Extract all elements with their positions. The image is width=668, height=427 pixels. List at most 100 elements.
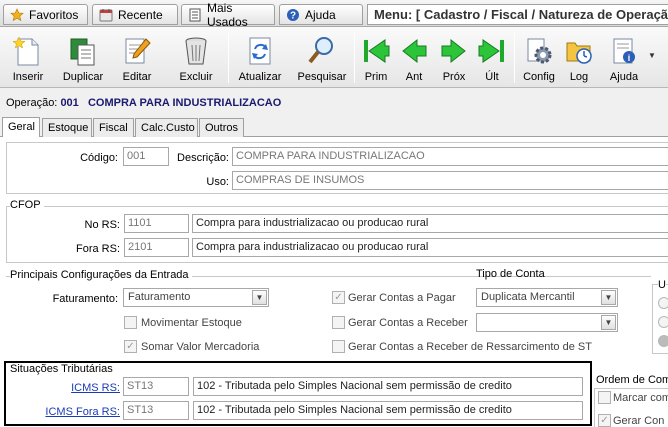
tab-ajuda-label: Ajuda — [305, 7, 336, 22]
codigo-field[interactable]: 001 — [123, 147, 169, 166]
chevron-down-icon: ▼ — [601, 290, 616, 305]
help-document-icon: i — [608, 35, 640, 67]
prox-label: Próx — [442, 71, 466, 83]
tab-geral[interactable]: Geral — [2, 117, 40, 137]
icms-rs-code-field[interactable]: ST13 — [123, 377, 189, 396]
gerar-pagar-checkbox[interactable]: ✓ — [332, 291, 345, 304]
pesquisar-button[interactable]: Pesquisar — [295, 30, 349, 86]
config-button[interactable]: Config — [520, 30, 558, 86]
top-tab-strip: Favoritos Recente Mais Usados ? Ajuda Me… — [0, 0, 668, 29]
prim-button[interactable]: Prim — [359, 30, 393, 86]
clock-icon — [99, 8, 113, 22]
inserir-button[interactable]: Inserir — [5, 30, 51, 86]
excluir-button[interactable]: Excluir — [173, 30, 219, 86]
uso-field[interactable]: COMPRAS DE INSUMOS — [232, 171, 668, 190]
trash-icon — [180, 35, 212, 67]
tipo-conta-select[interactable]: Duplicata Mercantil ▼ — [476, 288, 618, 307]
inserir-label: Inserir — [12, 71, 44, 83]
gear-icon — [523, 35, 555, 67]
gerar-receber-checkbox[interactable] — [332, 316, 345, 329]
prim-label: Prim — [364, 71, 388, 83]
previous-record-icon — [398, 35, 430, 67]
icms-fora-rs-code-field[interactable]: ST13 — [123, 401, 189, 420]
operation-header: Operação: 001 COMPRA PARA INDUSTRIALIZAC… — [6, 97, 281, 109]
refresh-icon — [244, 35, 276, 67]
ant-label: Ant — [405, 71, 423, 83]
ult-button[interactable]: Últ — [476, 30, 508, 86]
right-radio-group-title: U — [658, 279, 666, 291]
tipo-conta-value: Duplicata Mercantil — [481, 291, 575, 303]
tab-outros[interactable]: Outros — [199, 118, 244, 137]
somar-valor-checkbox[interactable]: ✓ — [124, 340, 137, 353]
icms-fora-rs-desc-field: 102 - Tributada pelo Simples Nacional se… — [193, 401, 583, 420]
codigo-label: Código: — [80, 152, 118, 164]
duplicar-label: Duplicar — [62, 71, 104, 83]
edit-icon — [121, 35, 153, 67]
fora-rs-label: Fora RS: — [75, 243, 120, 255]
log-label: Log — [569, 71, 589, 83]
somar-valor-label: Somar Valor Mercadoria — [141, 341, 260, 353]
ant-button[interactable]: Ant — [397, 30, 431, 86]
icms-rs-desc-field: 102 - Tributada pelo Simples Nacional se… — [193, 377, 583, 396]
tab-calc-custo[interactable]: Calc.Custo — [135, 118, 198, 137]
gerar-checkbox[interactable]: ✓ — [598, 414, 611, 427]
descricao-label: Descrição: — [177, 152, 229, 164]
radio-option-2[interactable] — [658, 316, 668, 328]
first-record-icon — [360, 35, 392, 67]
tab-recente[interactable]: Recente — [92, 4, 178, 25]
fora-rs-code-field[interactable]: 2101 — [124, 238, 189, 257]
editar-button[interactable]: Editar — [115, 30, 159, 86]
duplicar-button[interactable]: Duplicar — [59, 30, 107, 86]
toolbar-separator — [514, 33, 515, 83]
tab-estoque[interactable]: Estoque — [42, 118, 92, 137]
menu-title: Menu: [ Cadastro / Fiscal / Natureza de … — [367, 4, 668, 25]
radio-option-1[interactable] — [658, 297, 668, 309]
config-title: Principais Configurações da Entrada — [10, 269, 192, 281]
ajuda-button[interactable]: i Ajuda — [602, 30, 646, 86]
tab-fiscal[interactable]: Fiscal — [93, 118, 134, 137]
toolbar-separator — [228, 33, 229, 83]
config-label: Config — [523, 71, 555, 83]
descricao-field[interactable]: COMPRA PARA INDUSTRIALIZACAO — [232, 147, 668, 166]
help-icon: ? — [286, 8, 300, 22]
gerar-pagar-label: Gerar Contas a Pagar — [348, 292, 456, 304]
next-record-icon — [438, 35, 470, 67]
gerar-receber-label: Gerar Contas a Receber — [348, 317, 468, 329]
last-record-icon — [476, 35, 508, 67]
log-icon — [563, 35, 595, 67]
chevron-down-icon: ▼ — [252, 290, 267, 305]
toolbar: Inserir Duplicar Editar Excluir Atualiza… — [0, 27, 668, 88]
cfop-title: CFOP — [10, 199, 44, 211]
atualizar-button[interactable]: Atualizar — [236, 30, 284, 86]
excluir-label: Excluir — [179, 71, 213, 83]
tab-favoritos[interactable]: Favoritos — [3, 4, 88, 25]
duplicate-icon — [67, 35, 99, 67]
faturamento-select[interactable]: Faturamento ▼ — [123, 288, 269, 307]
svg-text:?: ? — [290, 10, 296, 21]
chevron-down-icon: ▼ — [601, 315, 616, 330]
no-rs-code-field[interactable]: 1101 — [124, 214, 189, 233]
icms-fora-rs-link[interactable]: ICMS Fora RS: — [30, 406, 120, 418]
log-button[interactable]: Log — [562, 30, 596, 86]
gerar-label: Gerar Con — [613, 415, 665, 427]
new-document-icon — [12, 35, 44, 67]
radio-option-3[interactable] — [658, 335, 668, 347]
faturamento-value: Faturamento — [128, 291, 191, 303]
gerar-receber-st-label: Gerar Contas a Receber de Ressarcimento … — [348, 341, 592, 353]
movimentar-estoque-label: Movimentar Estoque — [141, 317, 242, 329]
prox-button[interactable]: Próx — [435, 30, 473, 86]
tab-mais-usados[interactable]: Mais Usados — [181, 1, 275, 29]
situacoes-title: Situações Tributárias — [10, 363, 116, 375]
faturamento-label: Faturamento: — [52, 293, 118, 305]
fora-rs-desc-field: Compra para industrializacao ou producao… — [192, 238, 668, 257]
no-rs-label: No RS: — [84, 219, 120, 231]
tipo-conta-2-select[interactable]: ▼ — [476, 313, 618, 332]
ordem-compra-label: Ordem de Com — [596, 374, 668, 386]
tab-ajuda[interactable]: ? Ajuda — [279, 4, 363, 25]
marcar-checkbox[interactable] — [598, 391, 611, 404]
movimentar-estoque-checkbox[interactable] — [124, 316, 137, 329]
ajuda-label: Ajuda — [609, 71, 639, 83]
toolbar-dropdown-arrow-icon[interactable]: ▼ — [648, 51, 656, 60]
icms-rs-link[interactable]: ICMS RS: — [30, 382, 120, 394]
gerar-receber-st-checkbox[interactable] — [332, 340, 345, 353]
